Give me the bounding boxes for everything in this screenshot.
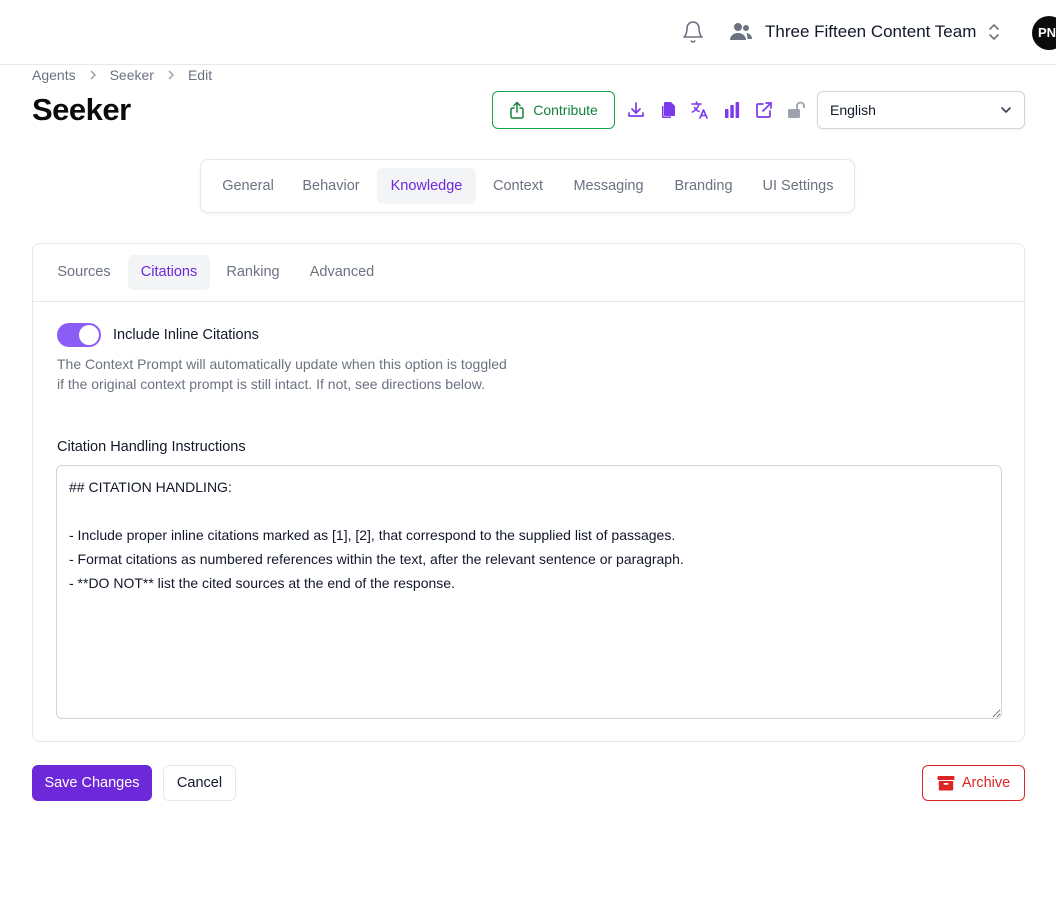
save-changes-button[interactable]: Save Changes <box>32 765 152 801</box>
toggle-help-text: The Context Prompt will automatically up… <box>57 356 507 392</box>
share-upload-icon <box>510 101 524 119</box>
tab-knowledge[interactable]: Knowledge <box>377 168 476 204</box>
chevron-right-icon <box>168 70 175 80</box>
breadcrumb: Agents Seeker Edit <box>32 66 212 84</box>
tab-behavior[interactable]: Behavior <box>291 168 371 204</box>
page-title: Seeker <box>32 92 131 127</box>
archive-label: Archive <box>961 775 1011 791</box>
cancel-button[interactable]: Cancel <box>163 765 236 801</box>
subtab-sources[interactable]: Sources <box>46 255 122 290</box>
tab-branding[interactable]: Branding <box>663 168 744 204</box>
unlock-icon[interactable] <box>786 100 806 120</box>
subtab-advanced[interactable]: Advanced <box>296 255 388 290</box>
toggle-label: Include Inline Citations <box>113 327 259 343</box>
citation-instructions-label: Citation Handling Instructions <box>57 439 246 455</box>
tab-general[interactable]: General <box>211 168 285 204</box>
subtab-citations[interactable]: Citations <box>128 255 210 290</box>
breadcrumb-edit: Edit <box>187 67 213 83</box>
tab-ui-settings[interactable]: UI Settings <box>750 168 846 204</box>
settings-tabs: General Behavior Knowledge Context Messa… <box>200 159 855 213</box>
toggle-knob <box>79 325 99 345</box>
external-link-icon[interactable] <box>754 100 774 120</box>
chevron-down-icon <box>1001 107 1011 113</box>
divider <box>33 301 1024 302</box>
top-bar: Three Fifteen Content Team PN <box>0 0 1056 65</box>
language-select[interactable]: English <box>817 91 1025 129</box>
chevron-up-down-icon[interactable] <box>986 22 1002 42</box>
contribute-label: Contribute <box>533 102 598 118</box>
copy-icon[interactable] <box>658 100 678 120</box>
knowledge-card: Sources Citations Ranking Advanced Inclu… <box>32 243 1025 742</box>
team-icon <box>730 23 752 40</box>
team-switcher-name[interactable]: Three Fifteen Content Team <box>765 22 976 42</box>
download-icon[interactable] <box>626 100 646 120</box>
chevron-right-icon <box>90 70 96 80</box>
citation-instructions-textarea[interactable]: ## CITATION HANDLING: - Include proper i… <box>56 465 1002 719</box>
tab-messaging[interactable]: Messaging <box>560 168 657 204</box>
tab-context[interactable]: Context <box>482 168 554 204</box>
archive-box-icon <box>937 776 955 791</box>
include-inline-citations-toggle[interactable] <box>57 323 101 347</box>
subtab-ranking[interactable]: Ranking <box>216 255 290 290</box>
notification-bell-icon[interactable] <box>681 20 705 44</box>
user-avatar[interactable]: PN <box>1032 16 1056 50</box>
archive-button[interactable]: Archive <box>922 765 1025 801</box>
analytics-icon[interactable] <box>722 100 742 120</box>
breadcrumb-agents[interactable]: Agents <box>32 67 76 83</box>
translate-icon[interactable] <box>690 100 710 120</box>
language-value: English <box>830 102 876 118</box>
contribute-button[interactable]: Contribute <box>492 91 615 129</box>
breadcrumb-seeker[interactable]: Seeker <box>110 67 154 83</box>
